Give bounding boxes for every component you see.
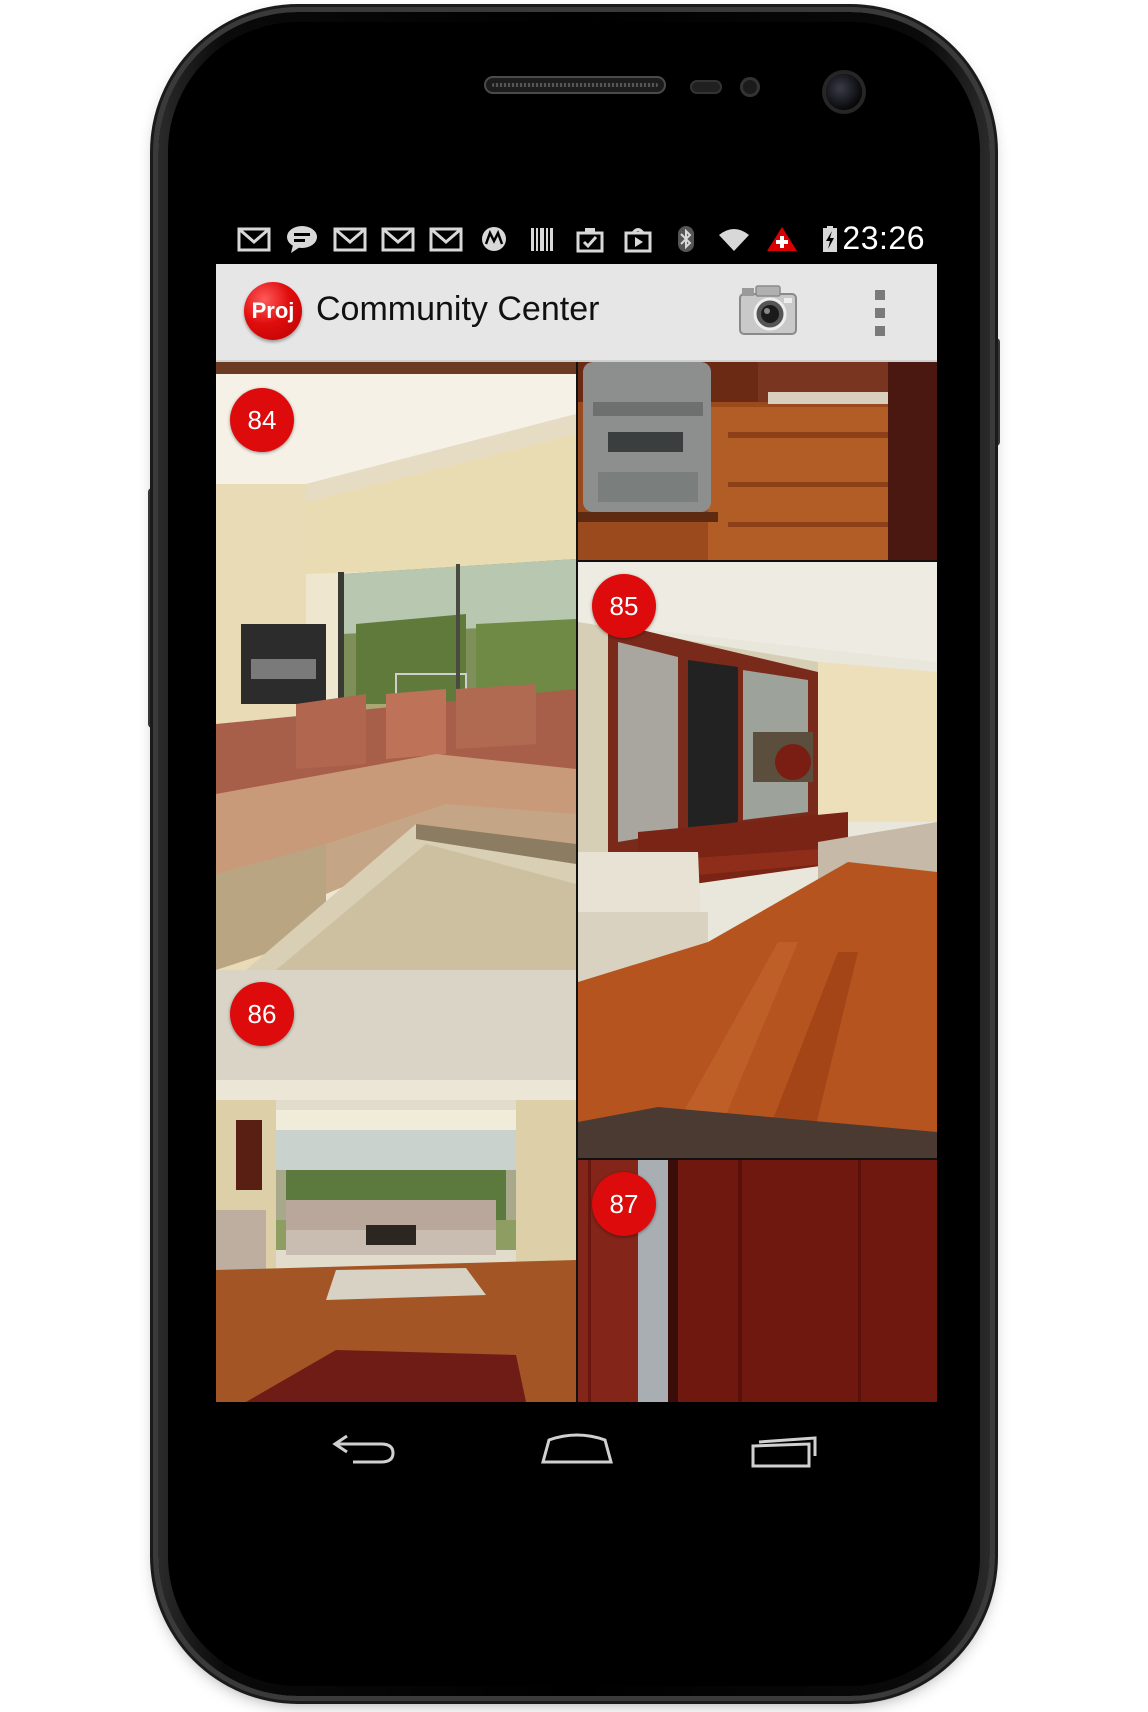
play-store-icon bbox=[620, 224, 656, 254]
photo-number-badge: 84 bbox=[230, 388, 294, 452]
light-sensor bbox=[740, 77, 760, 97]
clock: 23:26 bbox=[842, 220, 925, 256]
photo-tile[interactable]: 85 bbox=[578, 562, 937, 1158]
camera-button[interactable] bbox=[736, 282, 800, 338]
front-camera bbox=[826, 74, 862, 110]
screen: 23:26 Proj Community Center 84 86 85 87 bbox=[216, 212, 937, 1494]
device-mockup: 23:26 Proj Community Center 84 86 85 87 bbox=[0, 0, 1148, 1712]
proximity-sensor bbox=[690, 80, 722, 94]
photo-number-badge: 86 bbox=[230, 982, 294, 1046]
gmail-icon bbox=[428, 224, 464, 254]
alert-icon bbox=[764, 224, 800, 254]
recents-button[interactable] bbox=[744, 1422, 834, 1474]
barcode-icon bbox=[524, 224, 560, 254]
back-icon bbox=[332, 1434, 395, 1464]
bluetooth-icon bbox=[668, 224, 704, 254]
photo-grid: 84 86 85 87 bbox=[216, 362, 937, 1402]
gmail-icon bbox=[380, 224, 416, 254]
back-button[interactable] bbox=[320, 1422, 410, 1474]
living-room-photo bbox=[216, 374, 576, 970]
action-bar: Proj Community Center bbox=[216, 264, 937, 362]
home-icon bbox=[541, 1433, 613, 1464]
page-title: Community Center bbox=[316, 290, 600, 328]
wifi-icon bbox=[716, 224, 752, 254]
photo-tile[interactable] bbox=[578, 362, 937, 560]
camera-icon bbox=[739, 285, 797, 335]
photo-tile[interactable]: 87 bbox=[578, 1160, 937, 1402]
photo-tile[interactable] bbox=[216, 362, 576, 374]
cabinet-room-photo bbox=[578, 562, 937, 1158]
gmail-icon bbox=[236, 224, 272, 254]
status-bar: 23:26 bbox=[216, 212, 937, 264]
photo-number-badge: 85 bbox=[592, 574, 656, 638]
clipboard-check-icon bbox=[572, 224, 608, 254]
photo-tile[interactable]: 86 bbox=[216, 970, 576, 1402]
app-logo[interactable]: Proj bbox=[244, 282, 302, 340]
cooler-photo bbox=[578, 362, 937, 560]
overflow-menu-icon[interactable] bbox=[866, 290, 894, 336]
chat-icon bbox=[284, 224, 320, 254]
photo-number-badge: 87 bbox=[592, 1172, 656, 1236]
notification-icons bbox=[236, 222, 848, 256]
motorola-icon bbox=[476, 224, 512, 254]
home-button[interactable] bbox=[532, 1422, 622, 1474]
earpiece-speaker bbox=[484, 76, 666, 94]
recents-icon bbox=[751, 1436, 817, 1468]
navigation-bar bbox=[216, 1402, 937, 1494]
gmail-icon bbox=[332, 224, 368, 254]
photo-tile[interactable]: 84 bbox=[216, 374, 576, 970]
